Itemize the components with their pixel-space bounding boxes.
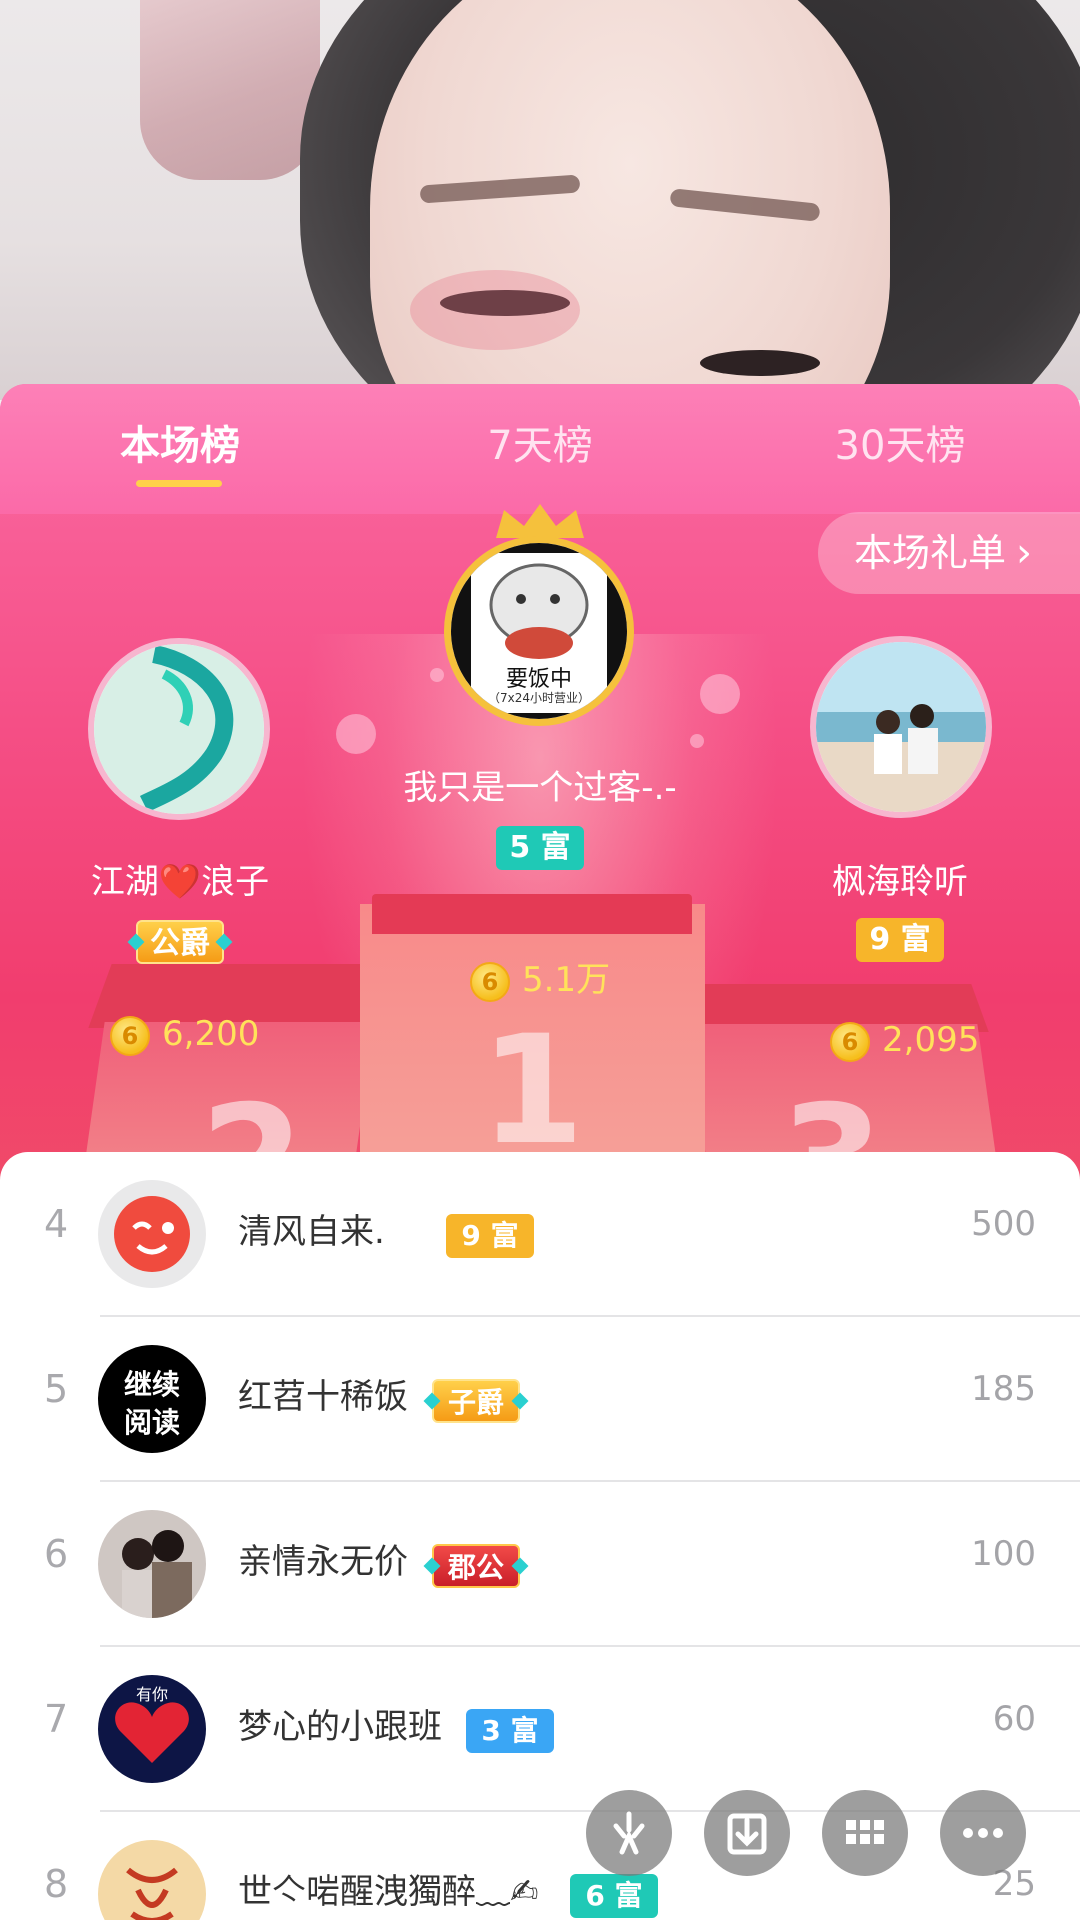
top1-score-value: 5.1万	[522, 960, 611, 1000]
ranking-list: 4 清风自来. 9 富 500 5 继续 阅读 红苕十稀饭 子爵 185 6 亲…	[0, 1152, 1080, 1920]
rank-number: 6	[44, 1532, 69, 1576]
live-video-background	[0, 0, 1080, 400]
list-name[interactable]: 清风自来.	[238, 1204, 385, 1253]
top1-avatar[interactable]: 要饭中 （7x24小时营业）	[444, 536, 634, 726]
top3-score: 6 2,095	[830, 1018, 979, 1062]
gift-list-label: 本场礼单	[854, 531, 1007, 575]
tab-7-days[interactable]: 7天榜	[440, 416, 640, 476]
list-score: 60	[992, 1699, 1036, 1739]
tab-this-session[interactable]: 本场榜	[80, 416, 280, 476]
wall-decoration	[140, 0, 320, 180]
fireworks-button[interactable]	[586, 1790, 672, 1876]
list-name[interactable]: 红苕十稀饭	[238, 1369, 408, 1418]
more-button[interactable]	[940, 1790, 1026, 1876]
avatar-text: 有你	[135, 1685, 168, 1704]
top3-score-value: 2,095	[882, 1020, 980, 1060]
list-score: 500	[971, 1204, 1036, 1244]
top2-name[interactable]: 江湖❤️浪子	[60, 854, 300, 903]
title-badge: 郡公	[432, 1544, 520, 1588]
coin-icon: 6	[830, 1021, 870, 1062]
list-item[interactable]: 4 清风自来. 9 富 500	[0, 1152, 1080, 1317]
list-name[interactable]: 亲情永无价	[238, 1534, 408, 1583]
download-button[interactable]	[704, 1790, 790, 1876]
dragon-avatar-image	[94, 644, 264, 814]
list-name[interactable]: 世亽啱醒洩獨醉﹏✍	[238, 1864, 539, 1913]
couple-avatar-image	[98, 1510, 206, 1618]
top2-title-badge: 公爵	[136, 920, 224, 964]
top1-avatar-subcaption: （7x24小时营业）	[487, 691, 590, 705]
top1-score: 6 5.1万	[470, 958, 610, 1002]
top3-name[interactable]: 枫海聆听	[780, 854, 1020, 903]
wink-face-avatar-image	[114, 1196, 190, 1272]
list-item[interactable]: 6 亲情永无价 郡公 100	[0, 1482, 1080, 1647]
list-name[interactable]: 梦心的小跟班	[238, 1699, 442, 1748]
tab-30-days[interactable]: 30天榜	[800, 416, 1000, 476]
couple-beach-avatar-image	[816, 642, 986, 812]
coin-icon: 6	[110, 1015, 150, 1056]
coin-icon: 6	[470, 961, 510, 1002]
rank-number: 4	[44, 1202, 69, 1246]
list-item[interactable]: 8 世亽啱醒洩獨醉﹏✍ 6 富 25	[0, 1812, 1080, 1920]
fireworks-icon	[613, 1811, 645, 1855]
decor-bubble	[690, 734, 704, 748]
streamer-eye	[700, 350, 820, 376]
top3-wealth-badge: 9 富	[856, 918, 944, 962]
list-avatar[interactable]	[98, 1840, 206, 1920]
wealth-badge: 3 富	[466, 1709, 554, 1753]
top1-name[interactable]: 我只是一个过客-.-	[360, 760, 720, 809]
top3-avatar[interactable]	[810, 636, 992, 818]
list-name-text: 清风自来.	[238, 1212, 385, 1252]
decor-bubble	[430, 668, 444, 682]
rank-number: 8	[44, 1862, 69, 1906]
active-tab-indicator	[136, 480, 222, 487]
list-item[interactable]: 5 继续 阅读 红苕十稀饭 子爵 185	[0, 1317, 1080, 1482]
top2-score: 6 6,200	[110, 1012, 259, 1056]
top2-score-value: 6,200	[162, 1014, 260, 1054]
ranking-tabs: 本场榜 7天榜 30天榜	[0, 384, 1080, 514]
avatar-text-line-1: 继续	[123, 1368, 180, 1401]
title-badge: 子爵	[432, 1379, 520, 1423]
calligraphy-avatar-image	[126, 1867, 178, 1920]
rank-number: 7	[44, 1697, 69, 1741]
grid-icon	[846, 1820, 884, 1844]
list-avatar[interactable]	[98, 1180, 206, 1288]
podium-1-top	[372, 894, 692, 934]
list-avatar[interactable]: 有你	[98, 1675, 206, 1783]
grid-menu-button[interactable]	[822, 1790, 908, 1876]
top2-avatar[interactable]	[88, 638, 270, 820]
decor-bubble	[700, 674, 740, 714]
list-item[interactable]: 7 有你 梦心的小跟班 3 富 60	[0, 1647, 1080, 1812]
list-score: 185	[971, 1369, 1036, 1409]
list-score: 100	[971, 1534, 1036, 1574]
wealth-badge: 9 富	[446, 1214, 534, 1258]
list-avatar[interactable]	[98, 1510, 206, 1618]
download-icon	[727, 1813, 767, 1855]
more-icon	[963, 1828, 1003, 1838]
gift-list-button[interactable]: 本场礼单 ›	[818, 512, 1080, 594]
rank-number: 5	[44, 1367, 69, 1411]
list-avatar[interactable]: 继续 阅读	[98, 1345, 206, 1453]
streamer-blush	[410, 270, 580, 350]
decor-bubble	[336, 714, 376, 754]
chevron-right-icon: ›	[1016, 530, 1033, 576]
top1-wealth-badge: 5 富	[496, 826, 584, 870]
avatar-text-line-2: 阅读	[123, 1406, 180, 1439]
wealth-badge: 6 富	[570, 1874, 658, 1918]
crown-icon	[496, 504, 584, 538]
